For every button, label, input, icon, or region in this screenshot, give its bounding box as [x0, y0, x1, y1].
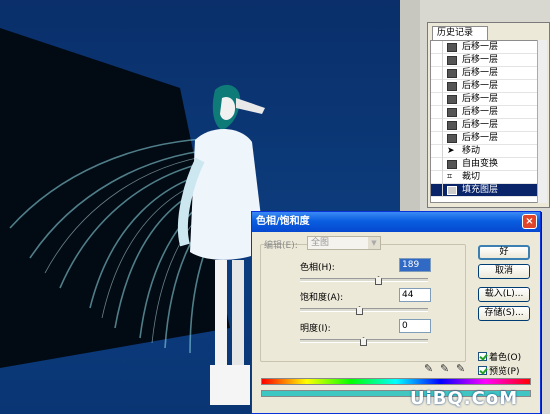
- layer-icon: [447, 69, 457, 78]
- history-item-label: 后移一层: [462, 94, 499, 104]
- history-item-label: 后移一层: [462, 68, 499, 78]
- edit-select-value: 全图: [311, 238, 330, 248]
- ok-button[interactable]: 好: [478, 245, 530, 260]
- history-item[interactable]: 后移一层: [431, 54, 546, 67]
- history-snapshot-toggle[interactable]: [431, 54, 443, 67]
- colorize-check-icon: [478, 352, 487, 361]
- hue-saturation-dialog: 色相/饱和度 × 编辑(E): 全图 ▼ 色相(H): 189 饱和度(A): …: [251, 211, 541, 414]
- load-button[interactable]: 载入(L)...: [478, 287, 530, 302]
- preview-check-icon: [478, 366, 487, 375]
- input-color-bar: [261, 378, 531, 385]
- history-item-label: 后移一层: [462, 107, 499, 117]
- history-item[interactable]: 填充图层: [431, 184, 546, 197]
- saturation-label: 饱和度(A):: [300, 293, 344, 303]
- history-snapshot-toggle[interactable]: [431, 80, 443, 93]
- history-item-label: 后移一层: [462, 55, 499, 65]
- history-item-label: 后移一层: [462, 120, 499, 130]
- history-item-label: 裁切: [462, 172, 481, 182]
- lightness-label: 明度(I):: [300, 324, 331, 334]
- chevron-down-icon: ▼: [368, 237, 380, 249]
- preview-checkbox[interactable]: 预览(P): [478, 364, 519, 377]
- layer-icon: [447, 134, 457, 143]
- history-item-label: 后移一层: [462, 81, 499, 91]
- history-snapshot-toggle[interactable]: [431, 41, 443, 54]
- colorize-label: 着色(O): [489, 353, 522, 363]
- history-snapshot-toggle[interactable]: [431, 184, 443, 197]
- history-snapshot-toggle[interactable]: [431, 67, 443, 80]
- history-item[interactable]: 后移一层: [431, 119, 546, 132]
- layer-icon: [447, 186, 457, 195]
- hue-slider-thumb[interactable]: [375, 276, 382, 285]
- dialog-title: 色相/饱和度: [252, 212, 540, 232]
- layer-icon: [447, 121, 457, 130]
- layer-icon: [447, 56, 457, 65]
- history-snapshot-toggle[interactable]: [431, 158, 443, 171]
- history-item[interactable]: 后移一层: [431, 67, 546, 80]
- layer-icon: [447, 108, 457, 117]
- history-tab[interactable]: 历史记录: [432, 26, 488, 40]
- close-button[interactable]: ×: [522, 214, 537, 229]
- lightness-input[interactable]: 0: [399, 319, 431, 333]
- history-item-label: 后移一层: [462, 133, 499, 143]
- history-item[interactable]: 后移一层: [431, 106, 546, 119]
- history-panel: 历史记录 后移一层 后移一层 后移一层 后移一层 后移一层 后移一层 后移一层 后移一层 ➤ 移动…: [427, 22, 550, 208]
- history-snapshot-toggle[interactable]: [431, 119, 443, 132]
- history-snapshot-toggle[interactable]: [431, 132, 443, 145]
- layer-icon: [447, 95, 457, 104]
- history-list: 后移一层 后移一层 后移一层 后移一层 后移一层 后移一层 后移一层 后移一层 ➤ 移动 自由变换 ⌗…: [430, 40, 547, 203]
- lightness-slider[interactable]: [300, 337, 428, 346]
- history-item-label: 移动: [462, 146, 481, 156]
- hue-slider[interactable]: [300, 276, 428, 285]
- history-item[interactable]: 后移一层: [431, 41, 546, 54]
- history-snapshot-toggle[interactable]: [431, 93, 443, 106]
- colorize-checkbox[interactable]: 着色(O): [478, 350, 521, 363]
- eyedropper-plus-icon[interactable]: ✎: [440, 362, 450, 375]
- history-item-label: 后移一层: [462, 42, 499, 52]
- hue-label: 色相(H):: [300, 263, 335, 273]
- layer-icon: [447, 43, 457, 52]
- history-item[interactable]: 后移一层: [431, 132, 546, 145]
- layer-icon: [447, 160, 457, 169]
- lightness-slider-thumb[interactable]: [360, 337, 367, 346]
- history-item-label: 自由变换: [462, 159, 499, 169]
- history-item[interactable]: 后移一层: [431, 80, 546, 93]
- preview-label: 预览(P): [489, 367, 520, 377]
- layer-icon: [447, 82, 457, 91]
- save-button[interactable]: 存储(S)...: [478, 306, 530, 321]
- crop-icon: ⌗: [447, 172, 453, 182]
- history-scrollbar[interactable]: [537, 40, 547, 203]
- eyedropper-minus-icon[interactable]: ✎: [456, 362, 466, 375]
- history-item[interactable]: ➤ 移动: [431, 145, 546, 158]
- history-snapshot-toggle[interactable]: [431, 106, 443, 119]
- history-item-label: 填充图层: [462, 185, 499, 195]
- history-snapshot-toggle[interactable]: [431, 171, 443, 184]
- eyedropper-icon[interactable]: ✎: [424, 362, 434, 375]
- history-item[interactable]: 后移一层: [431, 93, 546, 106]
- watermark-text: UiBQ.CoM: [410, 388, 519, 409]
- cancel-button[interactable]: 取消: [478, 264, 530, 279]
- saturation-input[interactable]: 44: [399, 288, 431, 302]
- edit-label: 编辑(E):: [264, 241, 298, 251]
- saturation-slider-thumb[interactable]: [356, 306, 363, 315]
- history-snapshot-toggle[interactable]: [431, 145, 443, 158]
- edit-select[interactable]: 全图 ▼: [307, 236, 381, 250]
- history-item[interactable]: ⌗ 裁切: [431, 171, 546, 184]
- hue-input[interactable]: 189: [399, 258, 431, 272]
- history-item[interactable]: 自由变换: [431, 158, 546, 171]
- move-icon: ➤: [447, 146, 455, 156]
- saturation-slider[interactable]: [300, 306, 428, 315]
